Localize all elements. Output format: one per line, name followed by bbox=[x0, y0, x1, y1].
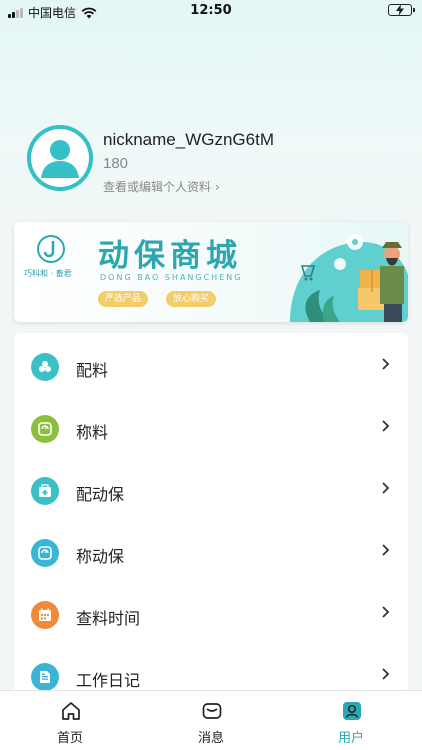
menu-item-chaliaoshijian[interactable]: 查料时间 bbox=[14, 583, 408, 645]
calendar-icon bbox=[31, 601, 59, 629]
chevron-right-icon bbox=[382, 606, 390, 618]
tab-messages[interactable]: 消息 bbox=[141, 691, 281, 750]
scale-icon bbox=[31, 415, 59, 443]
menu-item-peidongbao[interactable]: 配动保 bbox=[14, 459, 408, 521]
menu-item-peiliao[interactable]: 配料 bbox=[14, 335, 408, 397]
tab-label: 首页 bbox=[56, 731, 83, 746]
battery-icon bbox=[388, 4, 415, 16]
scale-icon bbox=[31, 539, 59, 567]
menu-list: 配料 称料 配动保 称动保 查料时间 工作日记 bbox=[14, 333, 408, 693]
menu-item-chengliao[interactable]: 称料 bbox=[14, 397, 408, 459]
tag-safe-purchase: 放心购买 bbox=[166, 291, 217, 307]
tag-selected-products: 严选产品 bbox=[98, 291, 149, 307]
status-time: 12:50 bbox=[190, 3, 232, 18]
chevron-right-icon bbox=[382, 420, 390, 432]
diary-icon bbox=[31, 663, 59, 691]
banner-subtitle: DONG BAO SHANGCHENG bbox=[100, 273, 243, 282]
tab-label: 消息 bbox=[197, 731, 224, 746]
menu-item-gongzuorij[interactable]: 工作日记 bbox=[14, 645, 408, 693]
home-icon bbox=[62, 702, 80, 720]
default-avatar-icon bbox=[31, 129, 89, 187]
delivery-man-illustration bbox=[290, 234, 408, 322]
tab-home[interactable]: 首页 bbox=[0, 691, 140, 750]
ingredients-icon bbox=[31, 353, 59, 381]
chevron-right-icon bbox=[382, 358, 390, 370]
tab-user[interactable]: 用户 bbox=[281, 691, 421, 750]
profile-header[interactable]: nickname_WGznG6tM 180 查看或编辑个人资料 › bbox=[27, 125, 407, 197]
user-icon bbox=[343, 702, 361, 720]
tab-label: 用户 bbox=[337, 731, 364, 746]
edit-profile-label: 查看或编辑个人资料 bbox=[103, 180, 212, 194]
menu-label: 称动保 bbox=[76, 547, 125, 566]
shop-banner[interactable]: 巧科和 · 畜君 动保商城 DONG BAO SHANGCHENG 严选产品 放… bbox=[14, 222, 408, 322]
avatar[interactable] bbox=[27, 125, 93, 191]
edit-profile-link[interactable]: 查看或编辑个人资料 › bbox=[103, 178, 220, 195]
banner-title: 动保商城 bbox=[98, 238, 242, 274]
brand-logo bbox=[37, 235, 65, 263]
chevron-right-icon bbox=[382, 482, 390, 494]
brand-name: 巧科和 · 畜君 bbox=[24, 269, 72, 278]
chevron-right-icon bbox=[382, 668, 390, 680]
bottom-tab-bar: 首页 消息 用户 bbox=[0, 690, 422, 750]
chevron-right-icon: › bbox=[215, 179, 220, 194]
menu-label: 工作日记 bbox=[76, 671, 141, 690]
chevron-right-icon bbox=[382, 544, 390, 556]
menu-item-chengdongbao[interactable]: 称动保 bbox=[14, 521, 408, 583]
menu-label: 查料时间 bbox=[76, 609, 141, 628]
medicine-box-icon bbox=[31, 477, 59, 505]
menu-label: 称料 bbox=[76, 423, 109, 442]
menu-label: 配料 bbox=[76, 361, 109, 380]
menu-label: 配动保 bbox=[76, 485, 125, 504]
nickname: nickname_WGznG6tM bbox=[103, 130, 274, 149]
message-icon bbox=[202, 703, 222, 719]
phone-number: 180 bbox=[103, 155, 129, 172]
status-bar: 中国电信 12:50 bbox=[0, 0, 422, 24]
